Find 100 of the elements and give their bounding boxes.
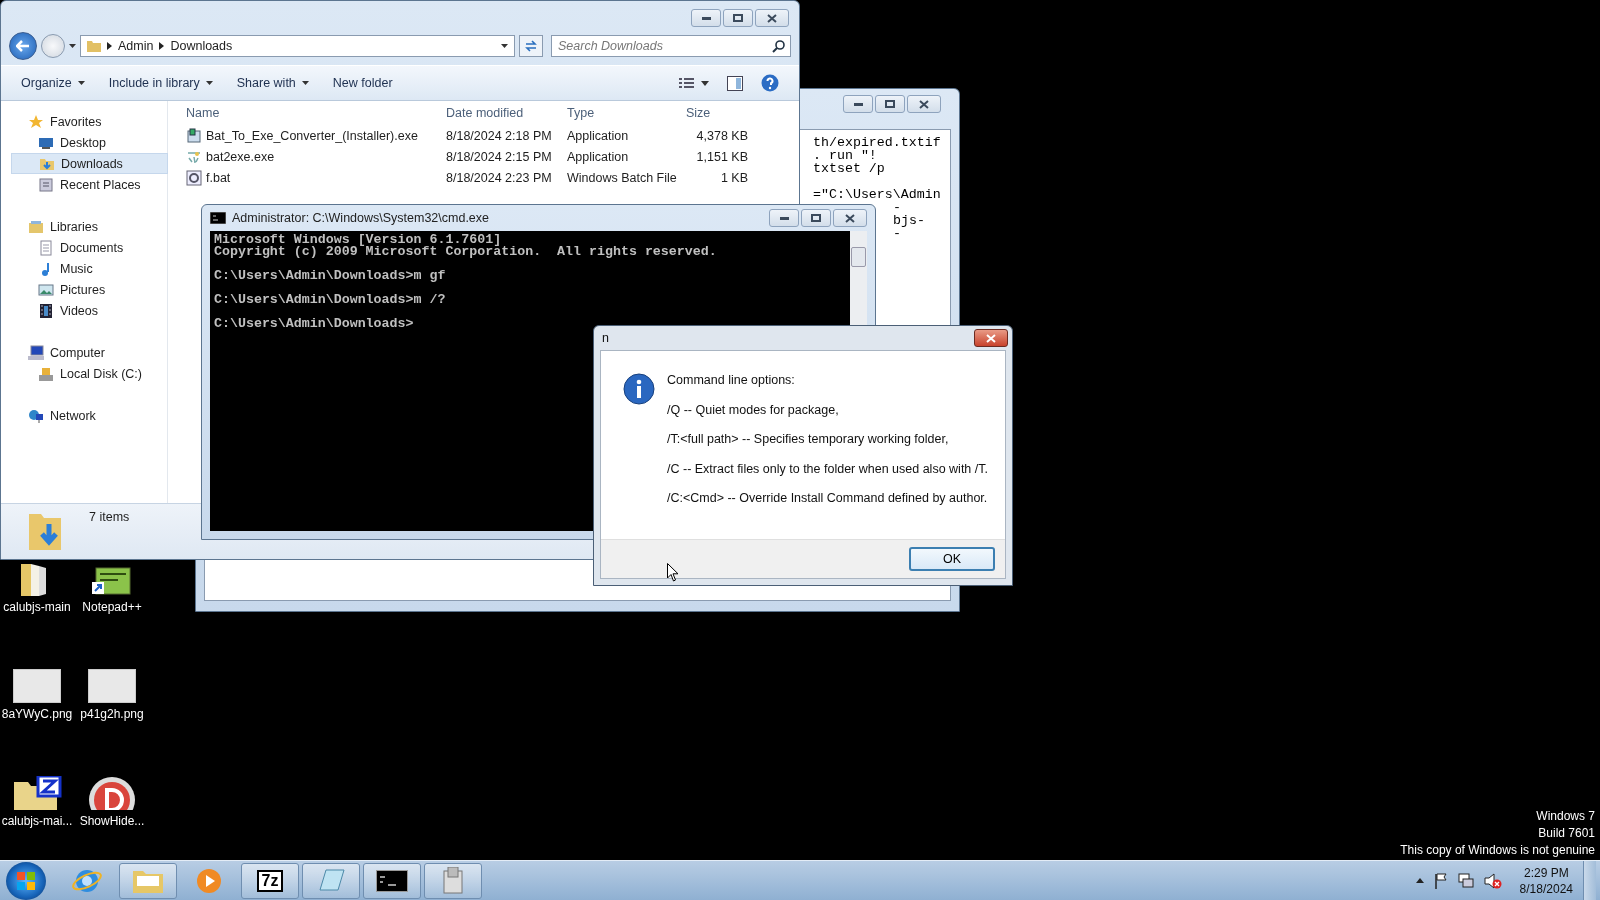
sidebar-label: Computer bbox=[50, 345, 105, 360]
start-button[interactable] bbox=[6, 861, 46, 900]
close-button[interactable] bbox=[974, 329, 1008, 347]
type-cell-text: Windows Batch File bbox=[567, 170, 678, 185]
close-icon bbox=[986, 333, 996, 343]
toolbar-button[interactable]: New folder bbox=[324, 72, 401, 94]
help-icon[interactable] bbox=[761, 74, 779, 92]
sidebar-item[interactable]: Pictures bbox=[11, 279, 168, 300]
column-header[interactable]: Name bbox=[186, 106, 446, 120]
flag-icon[interactable] bbox=[1433, 872, 1448, 889]
windows-logo-icon bbox=[16, 870, 36, 891]
sidebar-label: Recent Places bbox=[60, 177, 141, 192]
preview-pane-icon[interactable] bbox=[727, 75, 743, 91]
sidebar-label: Pictures bbox=[60, 282, 106, 297]
document-icon bbox=[38, 176, 54, 193]
close-button[interactable] bbox=[833, 209, 867, 227]
sidebar-item[interactable]: Libraries bbox=[11, 216, 168, 237]
history-caret-icon bbox=[69, 44, 76, 48]
item-count: 7 items bbox=[89, 510, 130, 524]
film-icon bbox=[38, 302, 54, 319]
library-icon bbox=[28, 218, 44, 235]
back-button[interactable] bbox=[9, 32, 37, 60]
console-icon bbox=[210, 212, 226, 224]
type-cell-text: Application bbox=[567, 128, 630, 143]
sidebar-item[interactable]: Favorites bbox=[11, 111, 168, 132]
sidebar-item[interactable]: Music bbox=[11, 258, 168, 279]
column-header[interactable]: Date modified bbox=[446, 106, 567, 120]
sidebar-item[interactable]: Computer bbox=[11, 342, 168, 363]
code-line: bjs- bbox=[893, 214, 925, 227]
toolbar-button[interactable]: Include in library bbox=[100, 72, 221, 94]
maximize-button[interactable] bbox=[801, 209, 831, 227]
maximize-icon bbox=[811, 214, 821, 222]
picture-icon bbox=[38, 281, 54, 298]
taskbar-button[interactable] bbox=[363, 862, 421, 899]
search-field[interactable]: Search Downloads bbox=[551, 35, 791, 57]
file-name[interactable]: bat2exe.exe bbox=[206, 149, 275, 164]
clock-date[interactable]: 8/18/2024 bbox=[1519, 880, 1573, 897]
info-icon bbox=[623, 373, 655, 405]
refresh-icon bbox=[524, 40, 538, 52]
minimize-button[interactable] bbox=[843, 95, 873, 113]
maximize-icon bbox=[733, 14, 743, 22]
sidebar-label: Libraries bbox=[50, 219, 98, 234]
sidebar-item[interactable]: Recent Places bbox=[11, 174, 168, 195]
taskbar-button[interactable]: 7z bbox=[241, 862, 299, 899]
minimize-button[interactable] bbox=[769, 209, 799, 227]
toolbar-button[interactable]: Share with bbox=[228, 72, 317, 94]
desktop-icon-label[interactable]: 8aYWyC.png bbox=[1, 707, 73, 721]
sidebar-item[interactable]: Downloads bbox=[11, 153, 168, 174]
option-text: /C:<Cmd> -- Override Install Command defined by author. bbox=[667, 491, 988, 505]
network-icon[interactable] bbox=[1457, 872, 1474, 889]
sidebar-item[interactable]: Videos bbox=[11, 300, 168, 321]
window-title: Administrator: C:\Windows\System32\cmd.exe bbox=[232, 211, 491, 225]
show-desktop-button[interactable] bbox=[1583, 860, 1596, 900]
desktop-icon-label[interactable]: p41g2h.png bbox=[80, 707, 144, 721]
column-header[interactable]: Size bbox=[686, 106, 748, 120]
console-line: Copyright (c) 2009 Microsoft Corporation. All rights reserved. bbox=[214, 246, 717, 258]
desktop-icon-label[interactable]: calubjs-mai... bbox=[1, 814, 73, 828]
desktop-icon-label[interactable]: ShowHide... bbox=[79, 814, 145, 828]
search-icon bbox=[772, 40, 785, 53]
clock-time[interactable]: 2:29 PM bbox=[1523, 864, 1569, 881]
console-line: C:\Users\Admin\Downloads>m /? bbox=[214, 294, 446, 306]
file-name[interactable]: Bat_To_Exe_Converter_(Installer).exe bbox=[206, 128, 418, 143]
desktop-icon-label[interactable]: calubjs-main bbox=[3, 600, 71, 614]
sidebar-item[interactable]: Local Disk (C:) bbox=[11, 363, 168, 384]
address-bar[interactable]: Admin Downloads bbox=[80, 35, 515, 57]
toolbar-button[interactable]: Organize bbox=[13, 72, 93, 94]
sidebar-item[interactable]: Desktop bbox=[11, 132, 168, 153]
minimize-icon bbox=[701, 16, 711, 20]
breadcrumb[interactable]: Admin bbox=[118, 39, 154, 53]
picture-shortcut-icon bbox=[92, 566, 132, 596]
column-header[interactable]: Type bbox=[567, 106, 686, 120]
sidebar-item[interactable]: Network bbox=[11, 405, 168, 426]
close-button[interactable] bbox=[907, 95, 941, 113]
sidebar-item[interactable]: Documents bbox=[11, 237, 168, 258]
maximize-button[interactable] bbox=[875, 95, 905, 113]
desktop-icon-label[interactable]: Notepad++ bbox=[82, 600, 142, 614]
code-line: - bbox=[893, 201, 901, 214]
close-button[interactable] bbox=[755, 9, 789, 27]
maximize-button[interactable] bbox=[723, 9, 753, 27]
refresh-button[interactable] bbox=[519, 35, 543, 57]
view-options-icon[interactable] bbox=[679, 77, 709, 89]
size-cell-text: 1 KB bbox=[719, 170, 748, 185]
installer-icon bbox=[186, 127, 202, 144]
up-arrow-icon[interactable] bbox=[1415, 878, 1424, 883]
breadcrumb[interactable]: Downloads bbox=[170, 39, 233, 53]
chevron-right-icon bbox=[159, 42, 165, 50]
option-text: /C -- Extract files only to the folder when used also with /T. bbox=[667, 461, 988, 476]
ok-button[interactable]: OK bbox=[909, 547, 995, 571]
document-icon bbox=[38, 239, 54, 256]
date-cell-text: 8/18/2024 2:23 PM bbox=[446, 170, 553, 185]
code-line: - bbox=[893, 227, 901, 240]
file-name[interactable]: f.bat bbox=[206, 170, 231, 185]
console-line: Microsoft Windows [Version 6.1.7601] bbox=[214, 234, 502, 246]
volume-muted-icon[interactable] bbox=[1483, 872, 1502, 889]
scroll-thumb[interactable] bbox=[851, 247, 866, 267]
minimize-button[interactable] bbox=[691, 9, 721, 27]
os-notice-text: Windows 7 bbox=[1536, 809, 1595, 823]
date-cell-text: 8/18/2024 2:18 PM bbox=[446, 128, 553, 143]
sidebar-label: Downloads bbox=[61, 156, 123, 171]
option-text: /Q -- Quiet modes for package, bbox=[667, 402, 840, 417]
